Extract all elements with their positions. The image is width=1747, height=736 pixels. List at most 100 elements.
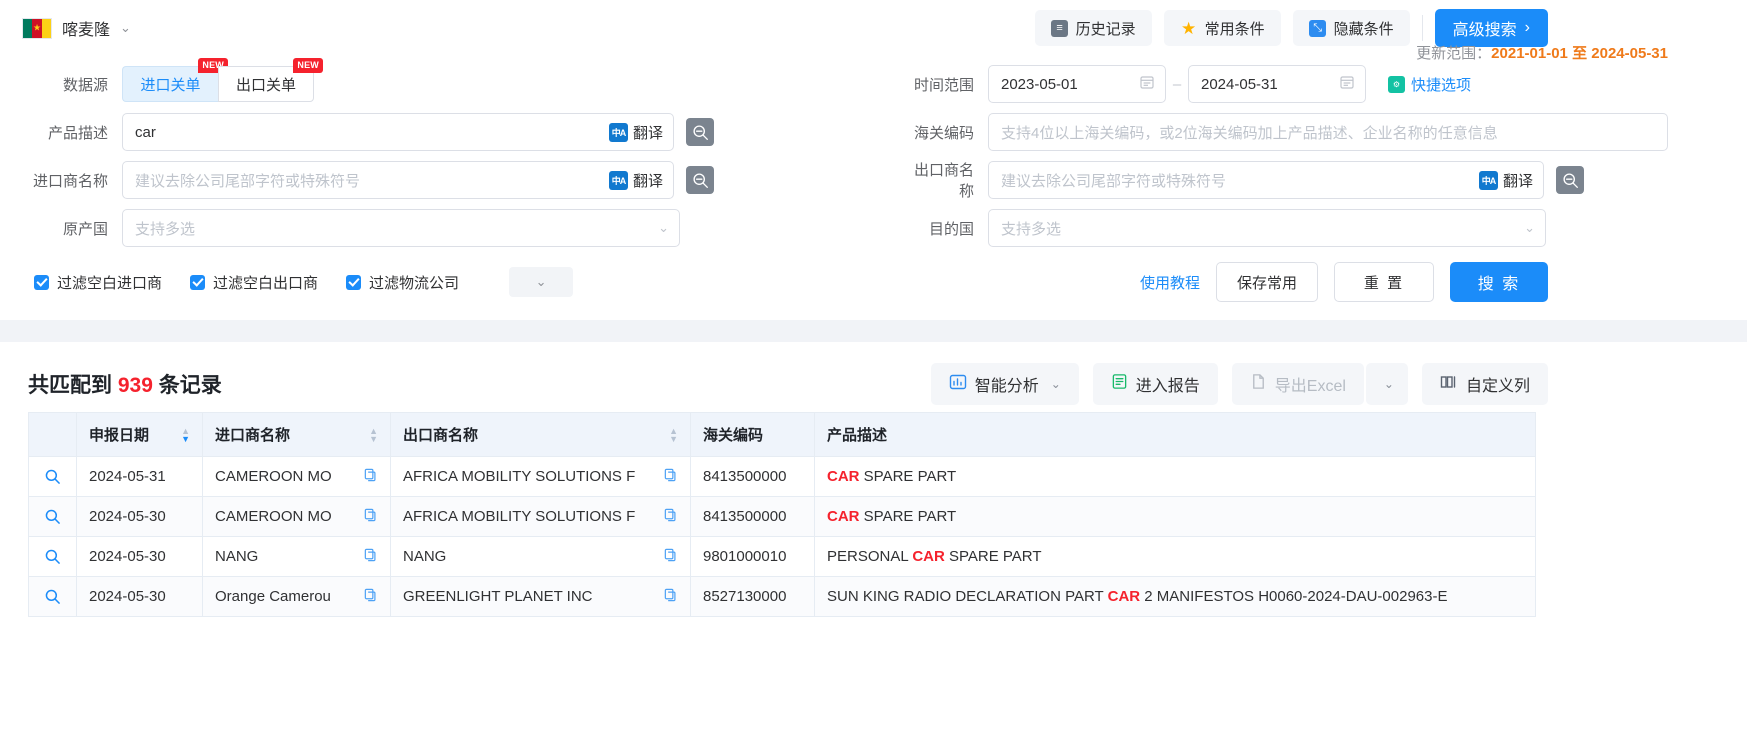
cell-hs-code: 8527130000 — [691, 577, 815, 617]
history-button[interactable]: ≡ 历史记录 — [1035, 10, 1152, 46]
tab-export-customs[interactable]: 出口关单 NEW — [218, 66, 314, 102]
cell-declaration-date: 2024-05-30 — [77, 577, 203, 617]
results-count-prefix: 共匹配到 — [28, 374, 112, 397]
search-button[interactable]: 搜 索 — [1450, 262, 1548, 302]
desc-post: SPARE PART — [860, 468, 957, 485]
export-excel-label: 导出Excel — [1275, 372, 1346, 396]
copy-icon[interactable] — [355, 587, 378, 606]
table-row[interactable]: 2024-05-30 Orange Camerou GREENLIGHT PLA… — [29, 577, 1536, 617]
cell-importer: CAMEROON MO — [203, 497, 391, 537]
cell-exporter: AFRICA MOBILITY SOLUTIONS F — [391, 497, 691, 537]
columns-icon — [1440, 374, 1458, 395]
results-section: 共匹配到 939 条记录 智能分析 ⌄ — [0, 342, 1568, 617]
copy-icon[interactable] — [655, 547, 678, 566]
date-from-input[interactable]: 2023-05-01 — [988, 65, 1166, 103]
product-desc-input[interactable]: car 中A 翻译 — [122, 113, 674, 151]
copy-icon[interactable] — [355, 467, 378, 486]
custom-columns-button[interactable]: 自定义列 — [1422, 363, 1548, 405]
cameroon-flag-icon: ★ — [22, 18, 52, 39]
checkbox-filter-empty-exporter[interactable]: 过滤空白出口商 — [190, 272, 318, 293]
hide-conditions-button[interactable]: ⤡ 隐藏条件 — [1293, 10, 1410, 46]
expand-more-filters-button[interactable]: ⌄ — [509, 267, 573, 297]
export-excel-button[interactable]: 导出Excel — [1232, 363, 1364, 405]
smart-analysis-label: 智能分析 — [975, 372, 1039, 396]
copy-icon[interactable] — [655, 467, 678, 486]
smart-analysis-button[interactable]: 智能分析 ⌄ — [931, 363, 1079, 405]
origin-country-placeholder: 支持多选 — [135, 218, 195, 239]
copy-icon[interactable] — [355, 507, 378, 526]
tab-import-customs[interactable]: 进口关单 NEW — [122, 66, 218, 102]
table-row[interactable]: 2024-05-31 CAMEROON MO AFRICA MOBILITY S… — [29, 457, 1536, 497]
translate-button[interactable]: 中A 翻译 — [609, 122, 663, 143]
quick-options-label: 快捷选项 — [1411, 74, 1471, 95]
cell-declaration-date: 2024-05-30 — [77, 497, 203, 537]
origin-country-row: 原产国 支持多选 ⌄ — [22, 204, 774, 252]
zoom-out-search-icon[interactable] — [1556, 166, 1584, 194]
exporter-input[interactable]: 建议去除公司尾部字符或特殊符号 中A 翻译 — [988, 161, 1544, 199]
copy-icon[interactable] — [355, 547, 378, 566]
hs-code-label: 海关编码 — [902, 122, 988, 143]
hs-code-placeholder: 支持4位以上海关编码，或2位海关编码加上产品描述、企业名称的任意信息 — [1001, 122, 1498, 143]
checkbox-label: 过滤物流公司 — [369, 272, 459, 293]
export-options-button[interactable]: ⌄ — [1366, 363, 1408, 405]
zoom-out-search-icon[interactable] — [686, 166, 714, 194]
table-row[interactable]: 2024-05-30 CAMEROON MO AFRICA MOBILITY S… — [29, 497, 1536, 537]
destination-country-select[interactable]: 支持多选 ⌄ — [988, 209, 1546, 247]
cell-product-desc: SUN KING RADIO DECLARATION PART CAR 2 MA… — [815, 577, 1536, 617]
sort-toggle[interactable]: ▲▼ — [359, 427, 378, 443]
search-detail-icon[interactable] — [41, 508, 64, 525]
checkbox-filter-empty-importer[interactable]: 过滤空白进口商 — [34, 272, 162, 293]
table-header-importer[interactable]: 进口商名称 ▲▼ — [203, 413, 391, 457]
sort-toggle[interactable]: ▲▼ — [171, 427, 190, 443]
filter-actions-row: 过滤空白进口商 过滤空白出口商 过滤物流公司 ⌄ 使用教程 保存常用 — [22, 252, 1548, 320]
table-header-row: 申报日期 ▲▼ 进口商名称 ▲▼ 出口商名称 ▲▼ — [29, 413, 1536, 457]
reset-button[interactable]: 重 置 — [1334, 262, 1434, 302]
tutorial-link[interactable]: 使用教程 — [1140, 272, 1200, 293]
origin-country-select[interactable]: 支持多选 ⌄ — [122, 209, 680, 247]
checkbox-box — [346, 275, 361, 290]
country-name: 喀麦隆 — [62, 16, 110, 40]
results-table: 申报日期 ▲▼ 进口商名称 ▲▼ 出口商名称 ▲▼ — [28, 412, 1536, 617]
table-row[interactable]: 2024-05-30 NANG NANG 9801000010 PERSONAL… — [29, 537, 1536, 577]
hs-code-row: 海关编码 支持4位以上海关编码，或2位海关编码加上产品描述、企业名称的任意信息 — [902, 108, 1668, 156]
enter-report-button[interactable]: 进入报告 — [1093, 363, 1218, 405]
history-label: 历史记录 — [1076, 18, 1136, 39]
zoom-out-search-icon[interactable] — [686, 118, 714, 146]
cell-importer-value: NANG — [215, 548, 258, 565]
sort-toggle[interactable]: ▲▼ — [659, 427, 678, 443]
copy-icon[interactable] — [655, 507, 678, 526]
chevron-right-icon: › — [1525, 19, 1530, 37]
update-range-from: 2021-01-01 — [1491, 45, 1568, 62]
save-common-button[interactable]: 保存常用 — [1216, 262, 1318, 302]
search-detail-icon[interactable] — [41, 588, 64, 605]
chevron-down-icon: ⌄ — [1524, 220, 1535, 236]
search-detail-icon[interactable] — [41, 548, 64, 565]
custom-columns-label: 自定义列 — [1466, 372, 1530, 396]
importer-input[interactable]: 建议去除公司尾部字符或特殊符号 中A 翻译 — [122, 161, 674, 199]
time-range-row: 时间范围 2023-05-01 – — [902, 60, 1668, 108]
table-header-hs-code: 海关编码 — [691, 413, 815, 457]
table-header-product-desc: 产品描述 — [815, 413, 1536, 457]
country-selector[interactable]: ★ 喀麦隆 ⌄ — [22, 16, 131, 40]
search-detail-icon[interactable] — [41, 468, 64, 485]
favorite-conditions-button[interactable]: ★ 常用条件 — [1164, 10, 1281, 46]
table-header-exporter[interactable]: 出口商名称 ▲▼ — [391, 413, 691, 457]
date-to-input[interactable]: 2024-05-31 — [1188, 65, 1366, 103]
checkbox-filter-logistics[interactable]: 过滤物流公司 — [346, 272, 459, 293]
quick-options-button[interactable]: ⚙ 快捷选项 — [1388, 74, 1471, 95]
copy-icon[interactable] — [655, 587, 678, 606]
table-header-declaration-date[interactable]: 申报日期 ▲▼ — [77, 413, 203, 457]
translate-button[interactable]: 中A 翻译 — [1479, 170, 1533, 191]
hs-code-input[interactable]: 支持4位以上海关编码，或2位海关编码加上产品描述、企业名称的任意信息 — [988, 113, 1668, 151]
row-detail-cell — [29, 497, 77, 537]
save-common-label: 保存常用 — [1237, 272, 1297, 293]
cell-importer: CAMEROON MO — [203, 457, 391, 497]
cell-product-desc: PERSONAL CAR SPARE PART — [815, 537, 1536, 577]
table-header-label: 出口商名称 — [403, 424, 478, 445]
table-header-label: 产品描述 — [827, 424, 887, 445]
desc-post: SPARE PART — [860, 508, 957, 525]
translate-button[interactable]: 中A 翻译 — [609, 170, 663, 191]
toolbar-divider — [1422, 15, 1423, 41]
product-desc-label: 产品描述 — [22, 122, 122, 143]
cell-exporter-value: AFRICA MOBILITY SOLUTIONS F — [403, 468, 635, 485]
